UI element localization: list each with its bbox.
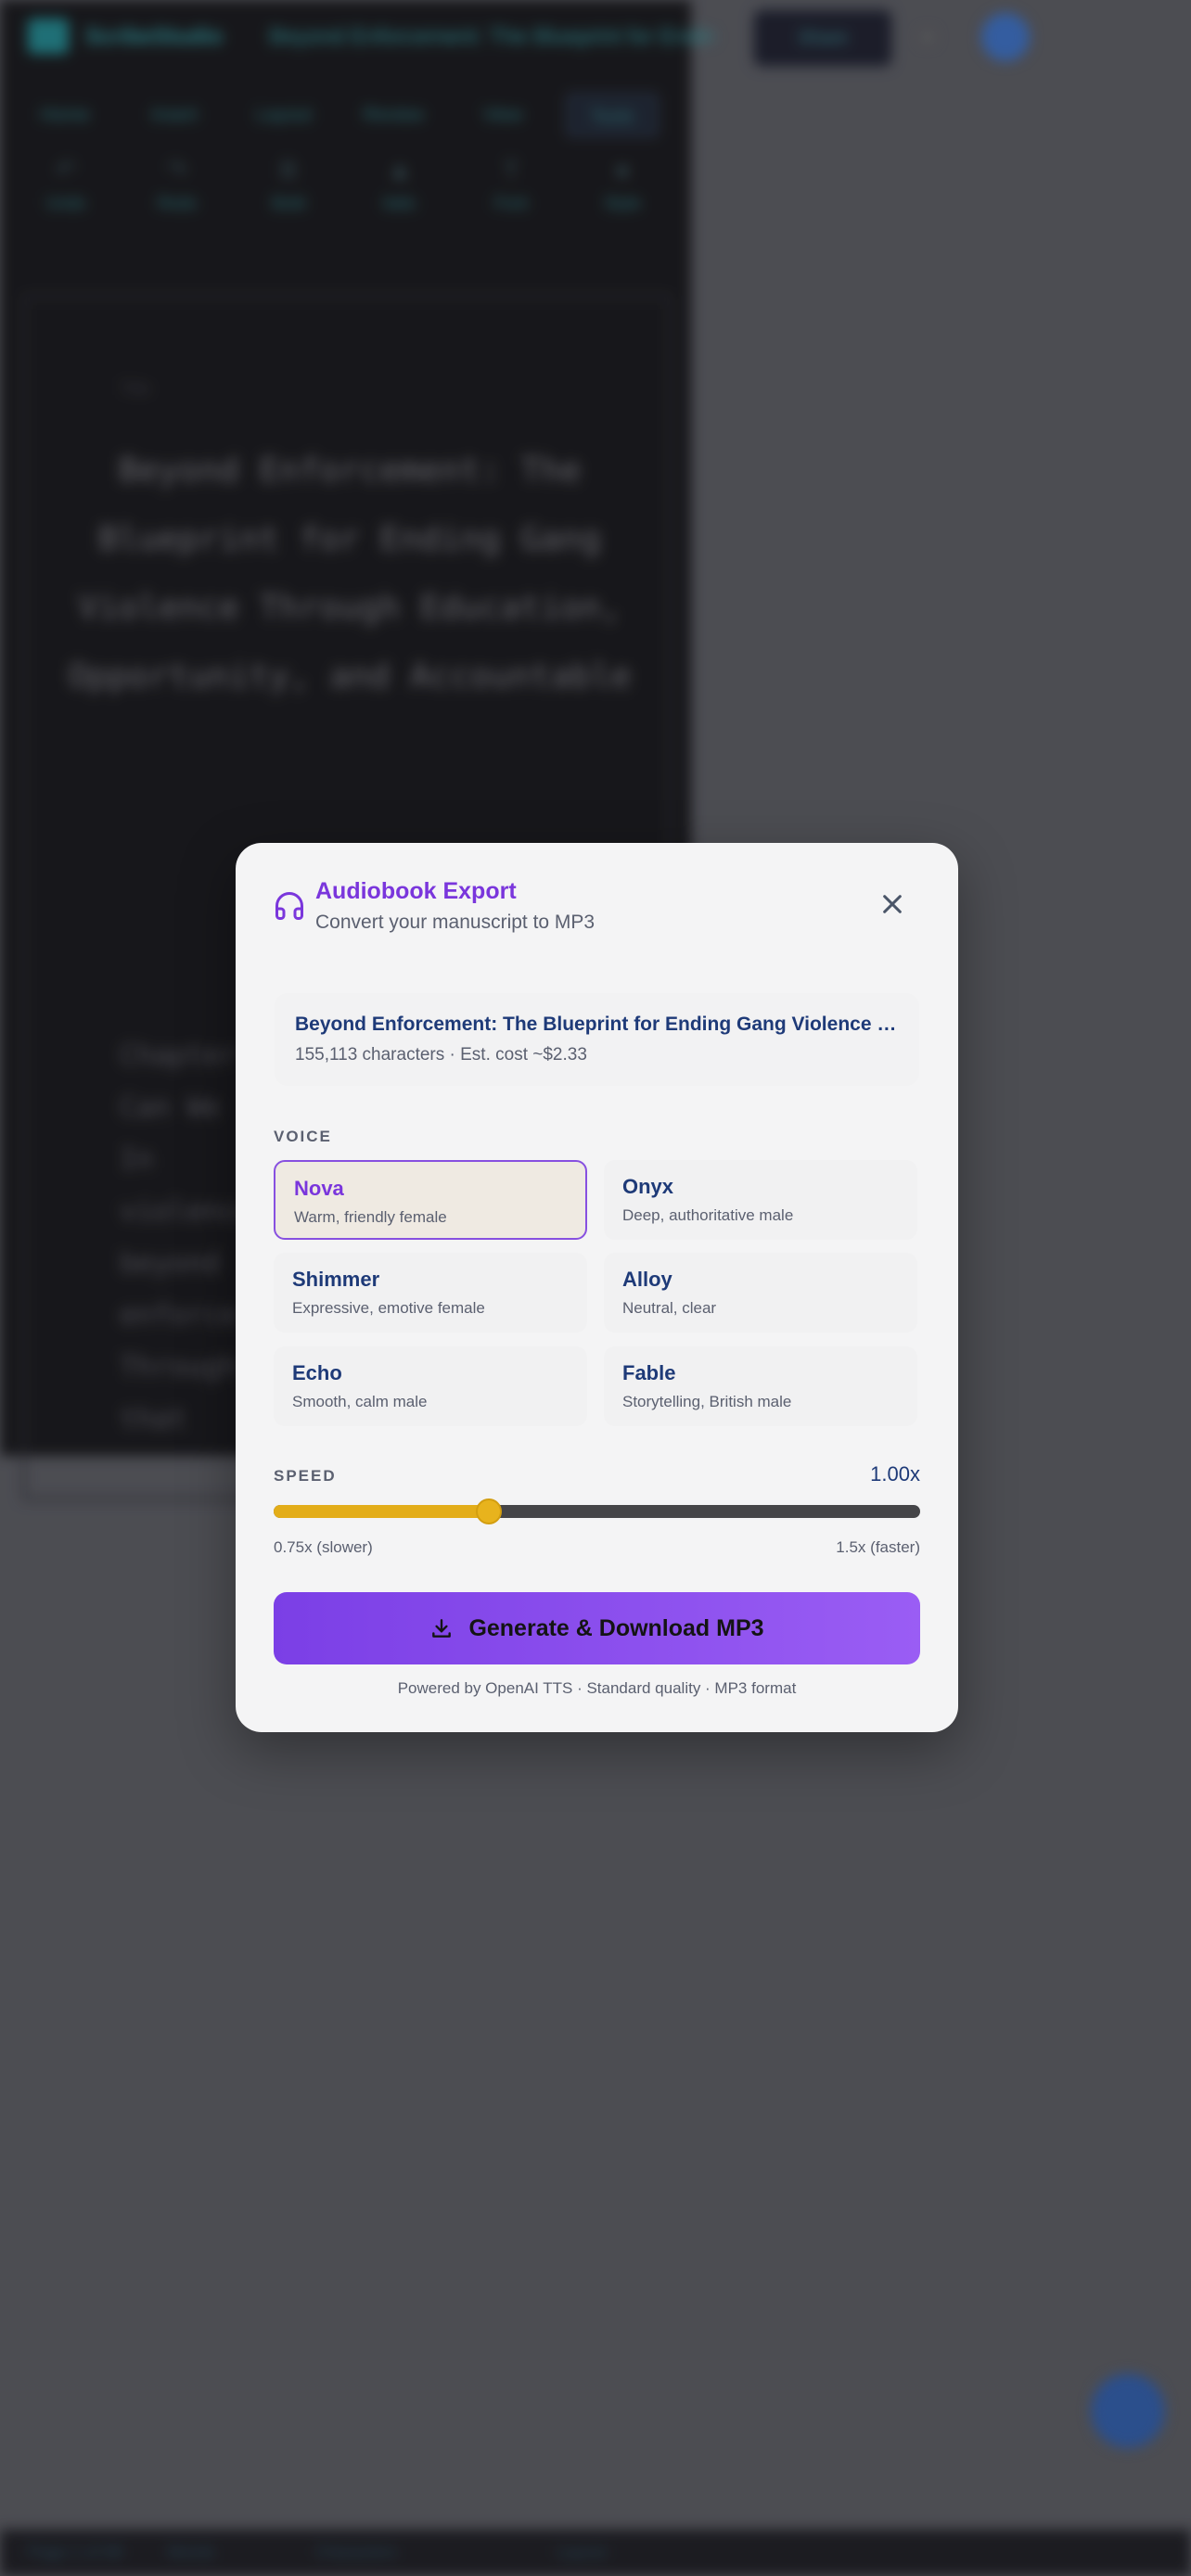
speed-value: 1.00x [870,1462,920,1486]
voice-name: Nova [294,1177,344,1200]
manuscript-summary: Beyond Enforcement: The Blueprint for En… [275,993,919,1086]
manuscript-title: Beyond Enforcement: The Blueprint for En… [295,1014,898,1035]
generate-button-label: Generate & Download MP3 [468,1614,764,1641]
speed-slider-fill [274,1505,490,1518]
voice-name: Onyx [622,1175,674,1198]
voice-description: Smooth, calm male [292,1393,428,1410]
speed-section-label: SPEED [274,1467,337,1485]
voice-option-alloy[interactable]: Alloy Neutral, clear [604,1253,917,1333]
voice-option-shimmer[interactable]: Shimmer Expressive, emotive female [274,1253,587,1333]
audiobook-export-dialog: Audiobook Export Convert your manuscript… [236,843,958,1732]
speed-slider[interactable] [274,1498,920,1524]
voice-option-nova[interactable]: Nova Warm, friendly female [274,1160,587,1240]
generate-download-button[interactable]: Generate & Download MP3 [274,1592,920,1664]
speed-max-label: 1.5x (faster) [836,1538,920,1556]
voice-description: Warm, friendly female [294,1208,447,1226]
voice-section-label: VOICE [274,1128,332,1145]
voice-description: Neutral, clear [622,1299,717,1317]
speed-slider-handle[interactable] [476,1498,503,1524]
voice-option-onyx[interactable]: Onyx Deep, authoritative male [604,1160,917,1240]
voice-name: Fable [622,1361,676,1384]
voice-option-fable[interactable]: Fable Storytelling, British male [604,1346,917,1426]
footnote: Powered by OpenAI TTS · Standard quality… [397,1679,797,1697]
voice-option-echo[interactable]: Echo Smooth, calm male [274,1346,587,1426]
voice-description: Storytelling, British male [622,1393,792,1410]
voice-options: Nova Warm, friendly female Onyx Deep, au… [274,1160,920,1426]
download-icon [432,1619,452,1638]
voice-name: Shimmer [292,1268,380,1291]
voice-name: Echo [292,1361,342,1384]
dialog-title: Audiobook Export [315,878,517,904]
speed-min-label: 0.75x (slower) [274,1538,373,1556]
voice-description: Deep, authoritative male [622,1206,794,1224]
headphones-icon [275,892,303,920]
manuscript-meta: 155,113 characters · Est. cost ~$2.33 [295,1045,587,1065]
voice-description: Expressive, emotive female [292,1299,485,1317]
dialog-subtitle: Convert your manuscript to MP3 [315,912,596,933]
close-icon[interactable] [874,886,911,923]
voice-name: Alloy [622,1268,672,1291]
